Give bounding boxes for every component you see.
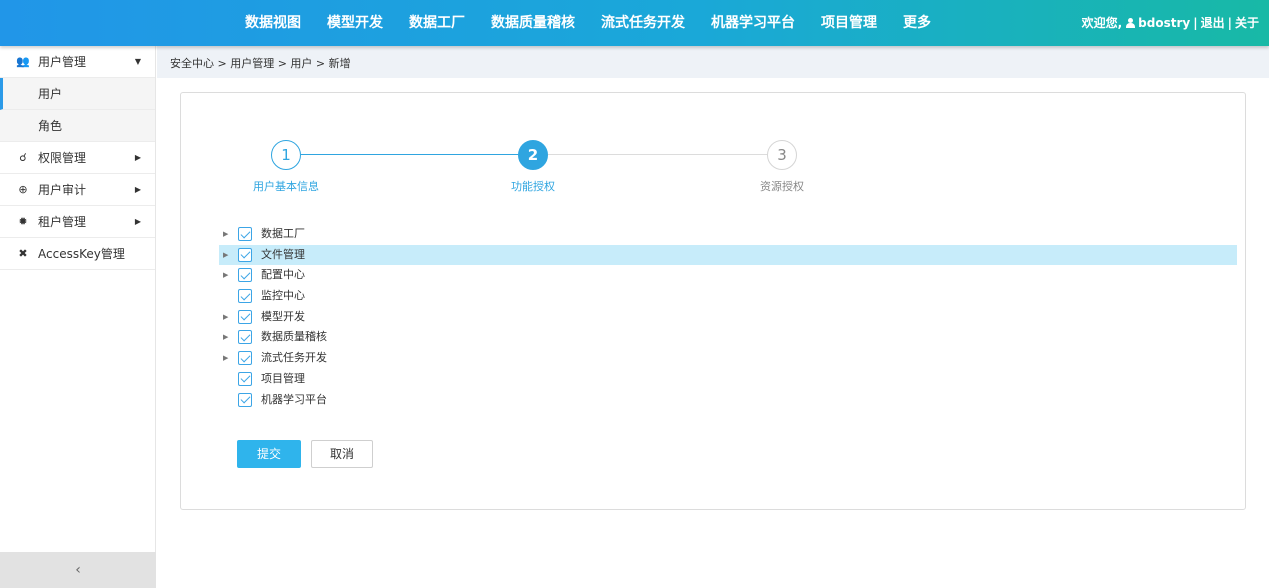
checkbox[interactable] <box>238 392 252 407</box>
caret-right-icon[interactable]: ▶ <box>223 265 233 286</box>
step-2-label: 功能授权 <box>511 180 555 193</box>
caret-right-icon: ▶ <box>134 217 141 226</box>
checkbox[interactable] <box>238 309 252 324</box>
tree-row[interactable]: ▶ 文件管理 <box>219 244 1237 266</box>
tree-node-label: 流式任务开发 <box>261 351 327 365</box>
tree-row[interactable]: ▶ 数据质量稽核 <box>219 327 1237 348</box>
sidebar: 👥 用户管理 ▼ 用户 角色 ☌ 权限管理 ▶ ⊕ 用户审计 ▶ ✹ 租户管理 … <box>0 46 156 588</box>
nav-data-quality[interactable]: 数据质量稽核 <box>478 0 588 46</box>
welcome-text: 欢迎您, <box>1081 16 1123 30</box>
tree-node-label: 数据质量稽核 <box>261 330 327 344</box>
user-area: 欢迎您, bdostry | 退出 | 关于 <box>1082 0 1259 46</box>
form-panel: 1 2 3 用户基本信息 功能授权 资源授权 ▶ 数据工厂 ▶ 文件管理 ▶ 配… <box>180 92 1246 510</box>
caret-right-icon[interactable]: ▶ <box>223 348 233 369</box>
sidebar-subitem-roles[interactable]: 角色 <box>0 110 155 142</box>
checkbox[interactable] <box>238 247 252 262</box>
separator: | <box>1193 16 1198 30</box>
step-3-label: 资源授权 <box>760 180 804 193</box>
checkbox[interactable] <box>238 330 252 345</box>
step-indicator: 1 2 3 用户基本信息 功能授权 资源授权 <box>181 93 1247 203</box>
tree-row[interactable]: ▶ 流式任务开发 <box>219 348 1237 369</box>
tree-row[interactable]: ▶ 配置中心 <box>219 265 1237 286</box>
step-1-circle[interactable]: 1 <box>271 140 301 170</box>
main-nav: 数据视图 模型开发 数据工厂 数据质量稽核 流式任务开发 机器学习平台 项目管理… <box>232 0 944 46</box>
username[interactable]: bdostry <box>1138 0 1190 46</box>
tree-node-label: 模型开发 <box>261 309 305 323</box>
checkbox[interactable] <box>238 227 252 241</box>
tree-node-label: 机器学习平台 <box>261 392 327 406</box>
tree-node-label: 数据工厂 <box>261 227 305 240</box>
checkbox[interactable] <box>238 289 252 304</box>
nav-ml-platform[interactable]: 机器学习平台 <box>698 0 808 46</box>
sidebar-subitem-users[interactable]: 用户 <box>0 78 155 110</box>
nav-project-mgmt[interactable]: 项目管理 <box>808 0 890 46</box>
sidebar-collapse-button[interactable]: ‹ <box>0 552 156 588</box>
gear-icon: ✹ <box>18 215 28 228</box>
sidebar-item-permission-management[interactable]: ☌ 权限管理 ▶ <box>0 142 155 174</box>
caret-right-icon: ▶ <box>134 185 141 194</box>
tree-node-label: 项目管理 <box>261 371 305 385</box>
nav-data-factory[interactable]: 数据工厂 <box>396 0 478 46</box>
step-2-circle[interactable]: 2 <box>518 140 548 170</box>
separator: | <box>1227 16 1232 30</box>
caret-right-icon: ▶ <box>134 153 141 162</box>
step-3-circle[interactable]: 3 <box>767 140 797 170</box>
sidebar-item-accesskey-management[interactable]: ✖ AccessKey管理 <box>0 238 155 270</box>
cancel-button[interactable]: 取消 <box>311 440 373 468</box>
users-icon: 👥 <box>16 55 30 68</box>
tree-node-label: 监控中心 <box>261 289 305 303</box>
step-connector-completed <box>301 154 537 155</box>
caret-right-icon[interactable]: ▶ <box>223 245 233 266</box>
chevron-left-icon: ‹ <box>75 562 81 578</box>
tree-row[interactable]: ▶ 模型开发 <box>219 307 1237 328</box>
step-connector-pending <box>547 154 767 155</box>
top-navbar: 数据视图 模型开发 数据工厂 数据质量稽核 流式任务开发 机器学习平台 项目管理… <box>0 0 1269 46</box>
tree-row[interactable]: ▶ 数据工厂 <box>219 224 1237 245</box>
permission-tree: ▶ 数据工厂 ▶ 文件管理 ▶ 配置中心 监控中心 ▶ 模型开发 ▶ 数据质量稽… <box>219 224 1237 410</box>
sidebar-item-user-management[interactable]: 👥 用户管理 ▼ <box>0 46 155 78</box>
tree-node-label: 配置中心 <box>261 268 305 282</box>
sidebar-item-label: 用户管理 <box>38 55 87 69</box>
logout-link[interactable]: 退出 <box>1201 0 1225 46</box>
breadcrumb: 安全中心 > 用户管理 > 用户 > 新增 <box>157 46 1269 78</box>
nav-more[interactable]: 更多 <box>890 0 944 46</box>
nav-stream-task[interactable]: 流式任务开发 <box>588 0 698 46</box>
tree-node-label: 文件管理 <box>261 247 305 261</box>
sidebar-item-label: AccessKey管理 <box>38 247 125 261</box>
nav-model-dev[interactable]: 模型开发 <box>314 0 396 46</box>
checkbox[interactable] <box>238 268 252 283</box>
user-icon <box>1126 18 1136 28</box>
caret-right-icon[interactable]: ▶ <box>223 327 233 348</box>
pin-icon: ✖ <box>18 247 28 260</box>
sidebar-item-user-audit[interactable]: ⊕ 用户审计 ▶ <box>0 174 155 206</box>
caret-right-icon[interactable]: ▶ <box>223 224 233 245</box>
sidebar-item-tenant-management[interactable]: ✹ 租户管理 ▶ <box>0 206 155 238</box>
sidebar-item-label: 权限管理 <box>38 151 87 165</box>
sidebar-item-label: 用户审计 <box>38 183 87 197</box>
caret-right-icon[interactable]: ▶ <box>223 307 233 328</box>
tree-row[interactable]: 项目管理 <box>219 369 1237 390</box>
caret-down-icon: ▼ <box>134 57 141 66</box>
search-plus-icon: ⊕ <box>18 183 28 196</box>
about-link[interactable]: 关于 <box>1235 0 1259 46</box>
submit-button[interactable]: 提交 <box>237 440 301 468</box>
tree-row[interactable]: 机器学习平台 <box>219 390 1237 411</box>
sidebar-item-label: 租户管理 <box>38 215 87 229</box>
key-icon: ☌ <box>19 151 27 164</box>
tree-row[interactable]: 监控中心 <box>219 286 1237 307</box>
step-1-label: 用户基本信息 <box>253 180 319 193</box>
nav-data-view[interactable]: 数据视图 <box>232 0 314 46</box>
checkbox[interactable] <box>238 371 252 386</box>
checkbox[interactable] <box>238 351 252 366</box>
